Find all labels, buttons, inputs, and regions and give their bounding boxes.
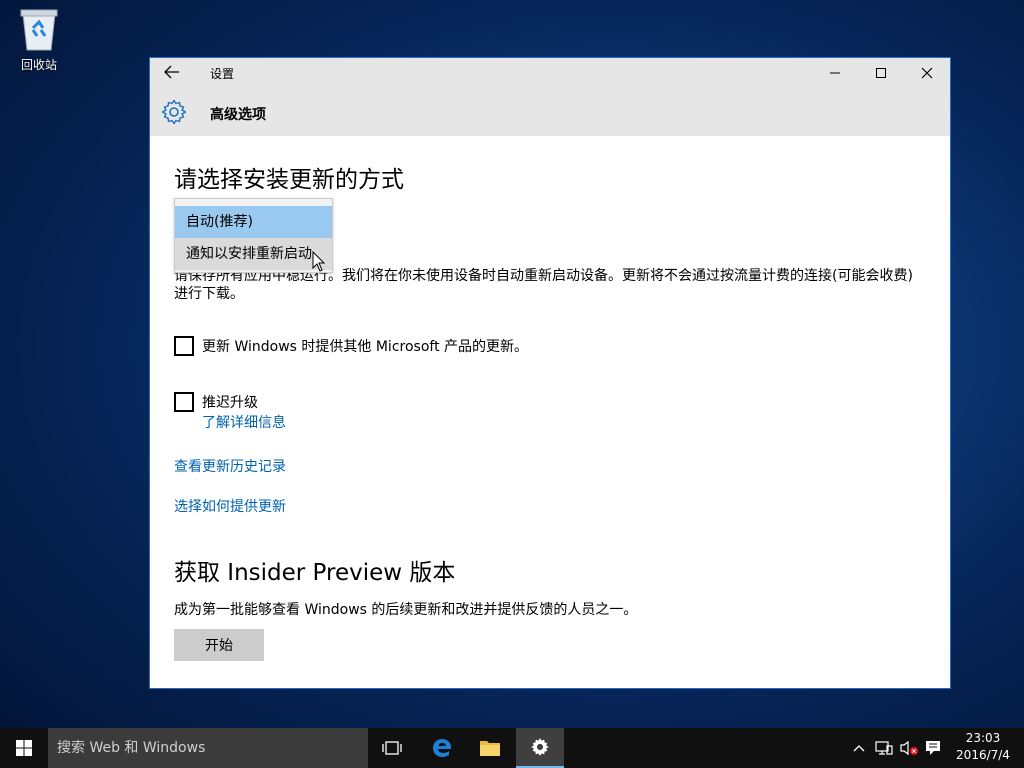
recycle-bin-icon [19,6,59,52]
folder-icon [480,741,500,756]
taskbar-search-box[interactable]: 搜索 Web 和 Windows [48,728,368,768]
taskbar: 搜索 Web 和 Windows 23:03 2016/7/4 [0,728,1024,768]
start-button[interactable] [0,728,48,768]
maximize-icon [876,68,886,78]
gear-icon [161,99,187,125]
window-title: 设置 [210,67,235,81]
page-header: 高级选项 [150,91,950,136]
settings-taskbar-button[interactable] [516,728,564,768]
choose-delivery-link[interactable]: 选择如何提供更新 [174,496,286,516]
back-arrow-icon [164,65,179,79]
maximize-button[interactable] [858,58,904,88]
network-icon [875,741,893,755]
settings-gear-icon [531,738,549,756]
task-view-button[interactable] [368,728,416,768]
show-hidden-icons-button[interactable] [851,728,867,768]
learn-more-link[interactable]: 了解详细信息 [202,412,286,432]
insider-description: 成为第一批能够查看 Windows 的后续更新和改进并提供反馈的人员之一。 [174,602,638,618]
dropdown-option-auto[interactable]: 自动(推荐) [175,206,332,238]
file-explorer-button[interactable] [466,728,514,768]
install-method-dropdown[interactable]: 自动(推荐) 通知以安排重新启动 [174,198,333,273]
volume-muted-icon [900,740,918,756]
defer-upgrade-label: 推迟升级 [202,395,258,411]
clock-time: 23:03 [965,731,1001,745]
edge-icon [433,739,452,757]
recycle-bin-label: 回收站 [20,58,57,72]
recycle-bin-desktop-icon[interactable]: 回收站 [12,6,66,73]
settings-window: 设置 高级选项 请选择安装更新的方式 请保存所有应用中稳运行。我们将在你未使用设… [149,57,951,689]
ms-updates-row[interactable]: 更新 Windows 时提供其他 Microsoft 产品的更新。 [174,336,528,356]
notification-icon [926,741,940,755]
page-title: 高级选项 [210,107,266,123]
back-button[interactable] [164,64,186,86]
volume-tray-button[interactable] [898,728,920,768]
ms-updates-label: 更新 Windows 时提供其他 Microsoft 产品的更新。 [202,339,529,355]
minimize-button[interactable] [812,58,858,88]
install-method-heading: 请选择安装更新的方式 [174,167,404,193]
defer-upgrade-checkbox[interactable] [174,392,194,412]
network-tray-button[interactable] [873,728,895,768]
edge-browser-button[interactable] [418,728,466,768]
action-center-button[interactable] [922,728,944,768]
chevron-up-icon [853,745,865,752]
title-bar: 设置 [150,58,950,91]
insider-heading: 获取 Insider Preview 版本 [174,560,456,586]
close-icon [921,67,933,79]
minimize-icon [830,72,840,74]
mouse-cursor-icon [312,250,326,277]
start-insider-button[interactable]: 开始 [174,629,264,661]
clock-date: 2016/7/4 [956,748,1010,762]
ms-updates-checkbox[interactable] [174,336,194,356]
task-view-icon [382,741,402,755]
close-button[interactable] [904,58,950,88]
view-history-link[interactable]: 查看更新历史记录 [174,456,286,476]
defer-upgrade-row[interactable]: 推迟升级 [174,392,258,412]
dropdown-option-notify[interactable]: 通知以安排重新启动 [175,238,332,270]
windows-logo-icon [16,740,32,756]
taskbar-clock[interactable]: 23:03 2016/7/4 [950,730,1016,764]
